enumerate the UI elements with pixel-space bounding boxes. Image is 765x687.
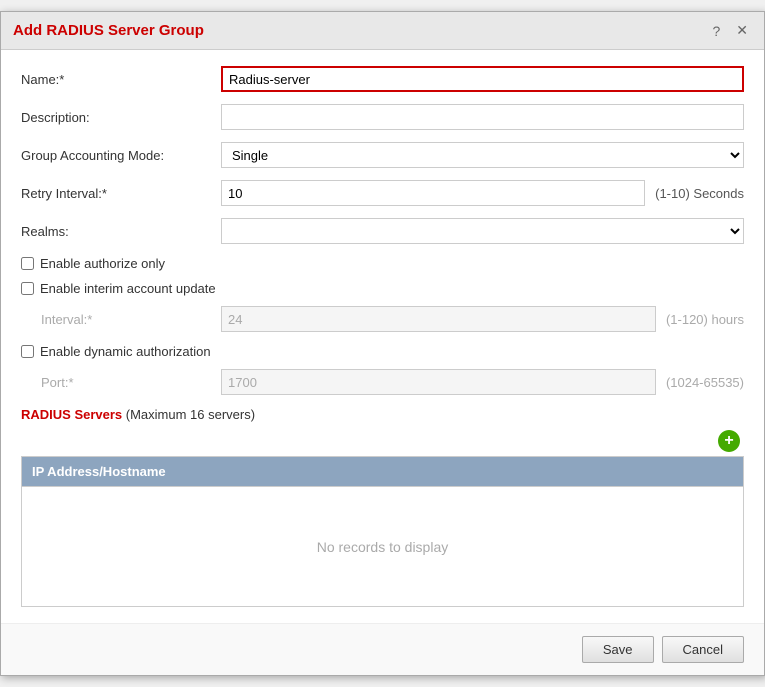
- port-control: [221, 369, 656, 395]
- no-records-text: No records to display: [317, 539, 449, 555]
- servers-table-body: No records to display: [22, 486, 743, 606]
- description-label: Description:: [21, 110, 221, 125]
- realms-control: [221, 218, 744, 244]
- realms-label: Realms:: [21, 224, 221, 239]
- interval-input[interactable]: [221, 306, 656, 332]
- enable-interim-checkbox[interactable]: [21, 282, 34, 295]
- enable-authorize-label: Enable authorize only: [40, 256, 165, 271]
- description-input[interactable]: [221, 104, 744, 130]
- enable-authorize-row: Enable authorize only: [21, 256, 744, 271]
- group-accounting-mode-control: Single Multiple: [221, 142, 744, 168]
- dialog-title: Add RADIUS Server Group: [13, 22, 204, 39]
- save-button[interactable]: Save: [582, 636, 654, 663]
- add-server-button[interactable]: +: [718, 430, 740, 452]
- enable-interim-row: Enable interim account update: [21, 281, 744, 296]
- enable-dynamic-label: Enable dynamic authorization: [40, 344, 211, 359]
- dialog-titlebar: Add RADIUS Server Group ? ✕: [1, 12, 764, 50]
- radius-servers-header: RADIUS Servers (Maximum 16 servers): [21, 407, 744, 422]
- dialog-body: Name:* Description: Group Accounting Mod…: [1, 50, 764, 623]
- realms-row: Realms:: [21, 218, 744, 244]
- group-accounting-mode-row: Group Accounting Mode: Single Multiple: [21, 142, 744, 168]
- retry-interval-control: [221, 180, 645, 206]
- retry-interval-label: Retry Interval:*: [21, 186, 221, 201]
- port-label: Port:*: [41, 375, 221, 390]
- interval-control: [221, 306, 656, 332]
- port-row: Port:* (1024-65535): [41, 369, 744, 395]
- port-input[interactable]: [221, 369, 656, 395]
- retry-interval-row: Retry Interval:* (1-10) Seconds: [21, 180, 744, 206]
- interval-row: Interval:* (1-120) hours: [41, 306, 744, 332]
- port-hint: (1024-65535): [666, 375, 744, 390]
- help-button[interactable]: ?: [708, 21, 724, 41]
- name-input[interactable]: [221, 66, 744, 92]
- enable-interim-label: Enable interim account update: [40, 281, 216, 296]
- retry-interval-hint: (1-10) Seconds: [655, 186, 744, 201]
- group-accounting-mode-select[interactable]: Single Multiple: [221, 142, 744, 168]
- servers-table: IP Address/Hostname No records to displa…: [21, 456, 744, 607]
- cancel-button[interactable]: Cancel: [662, 636, 744, 663]
- retry-interval-input[interactable]: [221, 180, 645, 206]
- titlebar-actions: ? ✕: [708, 20, 752, 41]
- interval-hint: (1-120) hours: [666, 312, 744, 327]
- enable-authorize-checkbox[interactable]: [21, 257, 34, 270]
- name-label: Name:*: [21, 72, 221, 87]
- name-control: [221, 66, 744, 92]
- enable-dynamic-checkbox[interactable]: [21, 345, 34, 358]
- interval-label: Interval:*: [41, 312, 221, 327]
- add-radius-server-group-dialog: Add RADIUS Server Group ? ✕ Name:* Descr…: [0, 11, 765, 676]
- group-accounting-mode-label: Group Accounting Mode:: [21, 148, 221, 163]
- servers-table-header: IP Address/Hostname: [22, 457, 743, 486]
- description-control: [221, 104, 744, 130]
- name-row: Name:*: [21, 66, 744, 92]
- description-row: Description:: [21, 104, 744, 130]
- radius-servers-title: RADIUS Servers: [21, 407, 122, 422]
- add-icon-row: +: [21, 430, 744, 452]
- realms-select[interactable]: [221, 218, 744, 244]
- enable-dynamic-row: Enable dynamic authorization: [21, 344, 744, 359]
- close-button[interactable]: ✕: [732, 20, 752, 41]
- radius-servers-subtitle: (Maximum 16 servers): [122, 407, 255, 422]
- dialog-footer: Save Cancel: [1, 623, 764, 675]
